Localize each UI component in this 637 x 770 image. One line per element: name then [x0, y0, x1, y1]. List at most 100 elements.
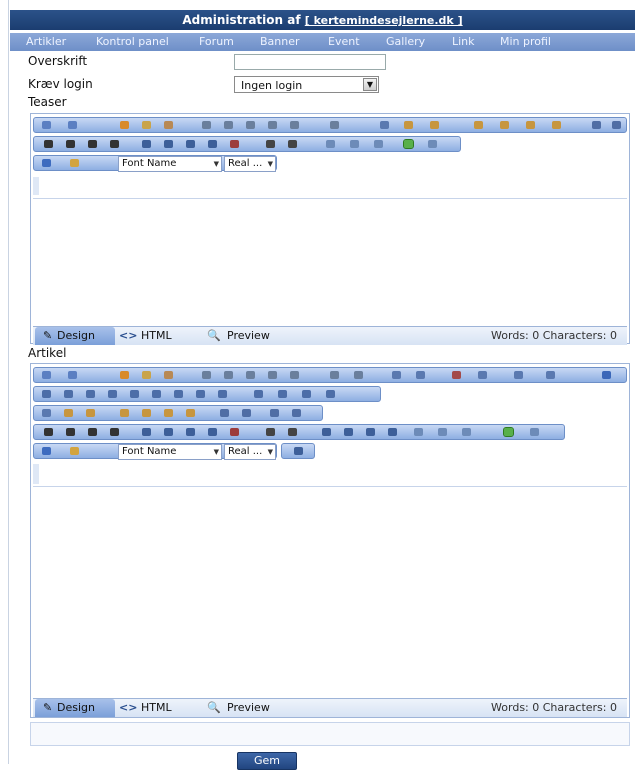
insert-column-icon[interactable] [108, 390, 117, 398]
clock-icon[interactable] [392, 371, 401, 379]
delete-row-icon[interactable] [86, 390, 95, 398]
clipboard-icon[interactable] [404, 121, 413, 129]
font-color-icon[interactable] [42, 159, 51, 167]
table-props-icon[interactable] [218, 390, 227, 398]
nav-item-kontrol-panel[interactable]: Kontrol panel [96, 33, 169, 51]
paste-plain-icon[interactable] [142, 409, 151, 417]
paste-icon[interactable] [164, 121, 173, 129]
link-icon[interactable] [350, 140, 359, 148]
help-icon[interactable] [530, 428, 539, 436]
brush-icon[interactable] [290, 371, 299, 379]
toggle-border-icon[interactable] [403, 139, 414, 149]
redo-icon[interactable] [68, 371, 77, 379]
format-icon[interactable] [268, 371, 277, 379]
align-left-icon[interactable] [142, 140, 151, 148]
insert-snippet-icon[interactable] [294, 447, 303, 455]
omega-icon[interactable] [514, 371, 523, 379]
nav-item-gallery[interactable]: Gallery [386, 33, 425, 51]
color-picker-icon[interactable] [546, 371, 555, 379]
align-justify-icon[interactable] [208, 140, 217, 148]
cut-icon[interactable] [120, 371, 129, 379]
superscript-icon[interactable] [266, 140, 275, 148]
article-tab-design[interactable]: ✎ Design [35, 699, 115, 717]
style-icon[interactable] [330, 121, 339, 129]
scissors-icon[interactable] [42, 409, 51, 417]
format-icon[interactable] [268, 121, 277, 129]
paste-special-icon[interactable] [86, 409, 95, 417]
paste-from-word-icon[interactable] [164, 409, 173, 417]
site-link[interactable]: [ kertemindesejlerne.dk ] [305, 14, 463, 27]
brush-icon[interactable] [290, 121, 299, 129]
headline-input[interactable] [234, 54, 386, 70]
subscript-icon[interactable] [288, 140, 297, 148]
cell-props-icon[interactable] [196, 390, 205, 398]
font-name-select[interactable]: Font Name ▼ [118, 156, 222, 172]
align-left-icon[interactable] [142, 428, 151, 436]
paste-html-icon[interactable] [474, 121, 483, 129]
paste-text-icon[interactable] [202, 121, 211, 129]
bold-icon[interactable] [44, 140, 53, 148]
remove-format-icon[interactable] [230, 140, 239, 148]
font-size-select[interactable]: Real ... ▼ [224, 444, 276, 460]
horizontal-rule-icon[interactable] [270, 409, 279, 417]
nav-item-banner[interactable]: Banner [260, 33, 300, 51]
underline-icon[interactable] [88, 428, 97, 436]
paste-word-icon[interactable] [224, 121, 233, 129]
superscript-icon[interactable] [266, 428, 275, 436]
save-button[interactable]: Gem [237, 752, 297, 770]
align-center-icon[interactable] [164, 428, 173, 436]
find-icon[interactable] [592, 121, 601, 129]
image-icon[interactable] [414, 428, 423, 436]
article-edit-area[interactable] [33, 486, 627, 699]
nav-item-link[interactable]: Link [452, 33, 475, 51]
teaser-tab-html[interactable]: <> HTML [119, 327, 193, 345]
split-cell-icon[interactable] [174, 390, 183, 398]
teaser-tab-preview[interactable]: 🔍 Preview [203, 327, 293, 345]
align-center-icon[interactable] [164, 140, 173, 148]
subscript-icon[interactable] [288, 428, 297, 436]
help-icon[interactable] [428, 140, 437, 148]
bold-icon[interactable] [44, 428, 53, 436]
bullet-list-icon[interactable] [388, 428, 397, 436]
table-icon[interactable] [242, 409, 251, 417]
article-tab-html[interactable]: <> HTML [119, 699, 193, 717]
font-name-select[interactable]: Font Name ▼ [118, 444, 222, 460]
paste-text-icon[interactable] [202, 371, 211, 379]
info-icon[interactable] [602, 371, 611, 379]
strikethrough-icon[interactable] [110, 140, 119, 148]
image-icon[interactable] [326, 140, 335, 148]
delete-column-icon[interactable] [130, 390, 139, 398]
link-icon[interactable] [438, 428, 447, 436]
scissors-icon[interactable] [380, 121, 389, 129]
italic-icon[interactable] [66, 140, 75, 148]
clean-icon[interactable] [246, 371, 255, 379]
paste-word-icon[interactable] [224, 371, 233, 379]
align-justify-icon[interactable] [208, 428, 217, 436]
outdent-icon[interactable] [344, 428, 353, 436]
font-color-icon[interactable] [42, 447, 51, 455]
underline-icon[interactable] [88, 140, 97, 148]
form-icon[interactable] [254, 390, 263, 398]
undo-icon[interactable] [42, 371, 51, 379]
login-select[interactable]: Ingen login ▼ [234, 76, 379, 93]
paste-as-icon[interactable] [552, 121, 561, 129]
record-icon[interactable] [416, 371, 425, 379]
highlight-icon[interactable] [70, 447, 79, 455]
align-right-icon[interactable] [186, 140, 195, 148]
paste-as-icon[interactable] [186, 409, 195, 417]
undo-icon[interactable] [42, 121, 51, 129]
italic-icon[interactable] [66, 428, 75, 436]
paragraph-icon[interactable] [292, 409, 301, 417]
align-right-icon[interactable] [186, 428, 195, 436]
clean-icon[interactable] [246, 121, 255, 129]
paste-icon[interactable] [164, 371, 173, 379]
input-icon[interactable] [278, 390, 287, 398]
copy-icon[interactable] [142, 371, 151, 379]
toggle-border-icon[interactable] [503, 427, 514, 437]
remove-format-icon[interactable] [230, 428, 239, 436]
paste-from-word-icon[interactable] [526, 121, 535, 129]
paste-special-icon[interactable] [430, 121, 439, 129]
nav-item-event[interactable]: Event [328, 33, 360, 51]
unlink-icon[interactable] [374, 140, 383, 148]
table-icon[interactable] [612, 121, 621, 129]
